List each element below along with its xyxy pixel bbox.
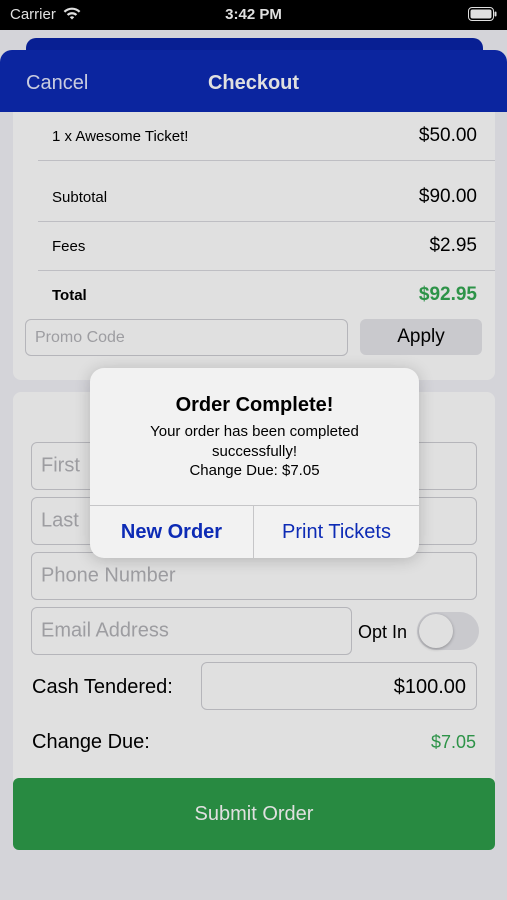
new-order-button[interactable]: New Order bbox=[90, 506, 254, 558]
print-tickets-button[interactable]: Print Tickets bbox=[254, 506, 419, 558]
alert-message-line: Your order has been completed bbox=[150, 423, 359, 440]
alert-message: Your order has been completed successful… bbox=[110, 422, 399, 481]
alert-change-due: Change Due: $7.05 bbox=[189, 462, 320, 479]
alert-message-line: successfully! bbox=[211, 442, 298, 460]
alert-title: Order Complete! bbox=[175, 394, 334, 416]
alert-actions: New Order Print Tickets bbox=[90, 505, 419, 558]
order-complete-alert: Order Complete! Your order has been comp… bbox=[90, 368, 419, 558]
